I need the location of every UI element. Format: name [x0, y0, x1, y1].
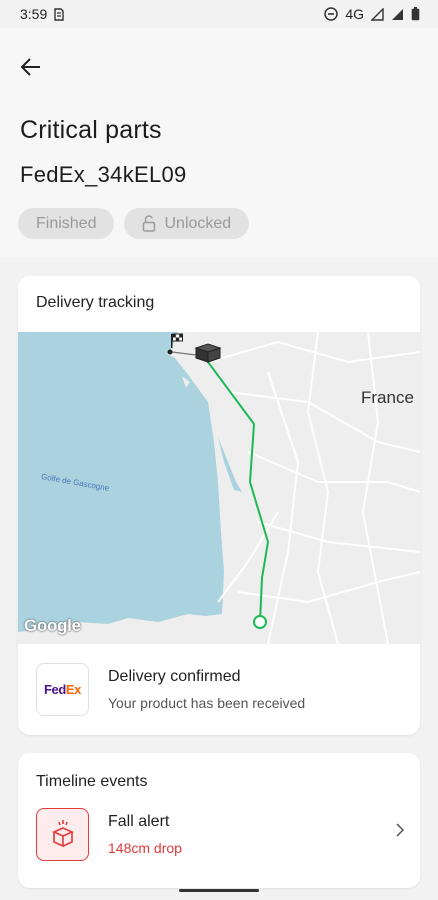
signal-icon — [371, 7, 384, 21]
chip-finished: Finished — [18, 208, 115, 239]
unlock-icon — [143, 215, 156, 232]
event-title: Fall alert — [108, 812, 170, 830]
google-logo: Google — [24, 616, 81, 635]
network-type: 4G — [345, 6, 364, 22]
delivery-title: Delivery confirmed — [108, 667, 241, 685]
status-chips: Finished Unlocked — [18, 208, 250, 239]
package-icon — [194, 343, 222, 363]
chip-label: Unlocked — [164, 214, 232, 232]
card-title: Timeline events — [36, 773, 148, 790]
shipment-id: FedEx_34kEL09 — [20, 162, 187, 187]
page-title: Critical parts — [20, 116, 162, 144]
chevron-right-icon — [396, 823, 404, 837]
timeline-events-card: Timeline events Fall alert 148cm drop — [18, 753, 420, 888]
header: Critical parts FedEx_34kEL09 Finished Un… — [0, 28, 438, 258]
battery-icon — [411, 7, 420, 21]
card-title: Delivery tracking — [36, 294, 155, 311]
chip-unlocked: Unlocked — [124, 208, 250, 239]
logo-part-2: Ex — [65, 681, 82, 697]
sim-icon — [54, 7, 64, 21]
delivery-description: Your product has been received — [108, 694, 306, 711]
timeline-event-row[interactable]: Fall alert 148cm drop — [18, 799, 420, 865]
back-button[interactable] — [16, 52, 46, 82]
signal-icon-2 — [391, 8, 404, 21]
status-time: 3:59 — [20, 6, 48, 22]
fedex-logo: Fed Ex — [36, 662, 89, 716]
delivery-status-row: Fed Ex Delivery confirmed Your product ha… — [18, 644, 420, 734]
delivery-tracking-card: Delivery tracking France Golfe de Gascog… — [18, 276, 420, 735]
do-not-disturb-icon — [324, 7, 339, 21]
map-label-country: France — [361, 388, 414, 407]
status-bar: 3:59 4G — [0, 0, 438, 28]
map-canvas — [18, 332, 420, 644]
arrow-back-icon — [21, 58, 40, 76]
tracking-map[interactable]: France Golfe de Gascogne Google — [18, 332, 420, 644]
logo-part-1: Fed — [43, 681, 66, 697]
event-detail: 148cm drop — [108, 839, 182, 856]
home-indicator[interactable] — [179, 889, 259, 892]
chip-label: Finished — [36, 214, 97, 232]
fall-alert-icon — [36, 807, 89, 861]
